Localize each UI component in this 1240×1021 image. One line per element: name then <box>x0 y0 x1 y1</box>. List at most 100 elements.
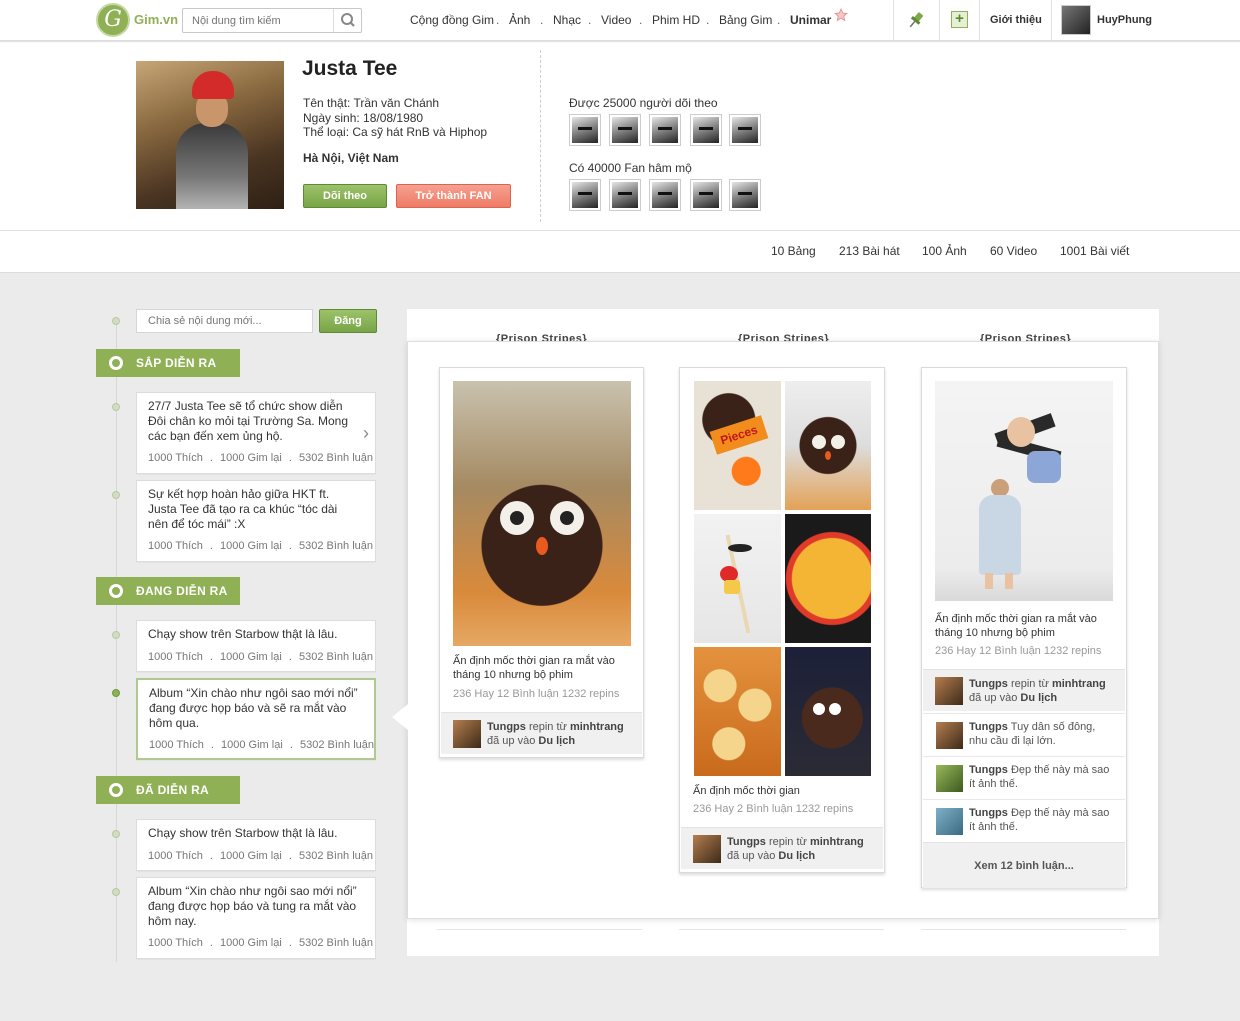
regim-link[interactable]: 1000 Gim lại <box>221 739 283 751</box>
like-link[interactable]: 1000 Thích <box>149 739 204 751</box>
timeline-post[interactable]: 27/7 Justa Tee sẽ tổ chức show diễn Đôi … <box>136 392 376 474</box>
follower-avatar[interactable] <box>729 114 761 146</box>
chevron-right-icon[interactable]: › <box>363 423 369 444</box>
fan-avatar[interactable] <box>609 179 641 211</box>
repin-user-link[interactable]: Tungps <box>727 836 766 848</box>
fan-avatar[interactable] <box>649 179 681 211</box>
repin-user-avatar[interactable] <box>453 720 481 748</box>
timeline-post[interactable]: Album “Xin chào như ngôi sao mới nổi” đa… <box>136 877 376 959</box>
follow-button[interactable]: Dõi theo <box>303 184 387 208</box>
follower-avatar[interactable] <box>609 114 641 146</box>
commenter-avatar[interactable] <box>936 765 963 792</box>
post-text: 27/7 Justa Tee sẽ tổ chức show diễn Đôi … <box>148 399 348 443</box>
like-link[interactable]: 1000 Thích <box>148 937 203 949</box>
repin-board-link[interactable]: Du lịch <box>778 850 815 862</box>
profile-photo <box>136 61 284 209</box>
stat-videos[interactable]: 60 Video <box>990 244 1037 258</box>
fan-avatar[interactable] <box>569 179 601 211</box>
pin-image-owl-cupcake-small[interactable] <box>785 381 871 510</box>
pin-title[interactable]: Ấn định mốc thời gian ra mắt vào tháng 1… <box>935 612 1115 640</box>
nav-boards[interactable]: Bảng Gim <box>719 13 772 27</box>
comment-link[interactable]: 5302 Bình luận <box>299 452 373 464</box>
commenter-link[interactable]: Tungps <box>969 807 1008 819</box>
follower-avatar[interactable] <box>649 114 681 146</box>
search-input[interactable] <box>183 9 328 32</box>
comment-link[interactable]: 5302 Bình luận <box>299 937 373 949</box>
repin-user-link[interactable]: Tungps <box>969 678 1008 690</box>
follower-avatar[interactable] <box>569 114 601 146</box>
pin-title[interactable]: Ấn định mốc thời gian ra mắt vào tháng 1… <box>453 654 633 682</box>
repin-source-link[interactable]: minhtrang <box>1052 678 1106 690</box>
logo-text[interactable]: Gim.vn <box>134 12 178 27</box>
pin-image-owl-dessert[interactable] <box>785 647 871 776</box>
like-link[interactable]: 1000 Thích <box>148 540 203 552</box>
section-past: ĐÃ DIỄN RA <box>96 776 240 804</box>
repin-user-link[interactable]: Tungps <box>487 721 526 733</box>
nav-movies[interactable]: Phim HD <box>652 13 700 27</box>
nav-community[interactable]: Cộng đồng Gim <box>410 13 494 27</box>
repin-board-link[interactable]: Du lịch <box>1020 692 1057 704</box>
regim-link[interactable]: 1000 Gim lại <box>220 850 282 862</box>
divider <box>939 0 940 41</box>
pin-image-kids-taped-wall[interactable] <box>935 381 1113 601</box>
about-link[interactable]: Giới thiệu <box>990 14 1042 26</box>
comment-text: Tungps Đẹp thế này mà sao ít ảnh thế. <box>969 806 1115 834</box>
nav-music[interactable]: Nhạc <box>553 13 581 27</box>
stat-posts[interactable]: 1001 Bài viết <box>1060 244 1129 258</box>
fan-avatar[interactable] <box>729 179 761 211</box>
meta-separator: . <box>288 540 292 552</box>
fan-avatar[interactable] <box>690 179 722 211</box>
stat-photos[interactable]: 100 Ảnh <box>922 244 967 258</box>
regim-link[interactable]: 1000 Gim lại <box>220 452 282 464</box>
repin-board-link[interactable]: Du lịch <box>538 735 575 747</box>
regim-link[interactable]: 1000 Gim lại <box>220 651 282 663</box>
become-fan-button[interactable]: Trở thành FAN <box>396 184 511 208</box>
nav-video[interactable]: Video <box>601 13 631 27</box>
like-link[interactable]: 1000 Thích <box>148 850 203 862</box>
timeline-post[interactable]: Chạy show trên Starbow thật là lâu. 1000… <box>136 620 376 672</box>
follower-avatar[interactable] <box>690 114 722 146</box>
divider <box>893 0 894 41</box>
comment-link[interactable]: 5302 Bình luận <box>299 540 373 552</box>
pin-title[interactable]: Ấn định mốc thời gian <box>693 784 873 798</box>
regim-link[interactable]: 1000 Gim lại <box>220 937 282 949</box>
comment-link[interactable]: 5302 Bình luận <box>299 850 373 862</box>
repin-text: Tungps repin từ minhtrang đã up vào Du lị… <box>727 835 877 863</box>
nav-unimar[interactable]: Unimar <box>790 13 831 27</box>
comment-link[interactable]: 5302 Bình luận <box>300 739 374 751</box>
timeline-post-selected[interactable]: Album “Xin chào như ngôi sao mới nổi” đa… <box>136 678 376 760</box>
commenter-link[interactable]: Tungps <box>969 721 1008 733</box>
commenter-avatar[interactable] <box>936 722 963 749</box>
plus-icon[interactable]: + <box>951 11 968 28</box>
comment-link[interactable]: 5302 Bình luận <box>299 651 373 663</box>
stat-songs[interactable]: 213 Bài hát <box>839 244 900 258</box>
pin-image-crackers[interactable] <box>694 647 781 776</box>
pin-icon[interactable] <box>906 10 926 30</box>
like-link[interactable]: 1000 Thích <box>148 452 203 464</box>
pin-image-owl-cupcake[interactable] <box>453 381 631 646</box>
pin-image-cookies[interactable]: Pieces <box>694 381 781 510</box>
meta-separator: . <box>288 651 292 663</box>
view-more-comments-button[interactable]: Xem 12 bình luận... <box>923 842 1125 888</box>
like-link[interactable]: 1000 Thích <box>148 651 203 663</box>
nav-photos[interactable]: Ảnh <box>509 13 530 27</box>
regim-link[interactable]: 1000 Gim lại <box>220 540 282 552</box>
commenter-link[interactable]: Tungps <box>969 764 1008 776</box>
repin-source-link[interactable]: minhtrang <box>810 836 864 848</box>
pin-image-fruit-plate[interactable] <box>785 514 871 643</box>
search-icon[interactable] <box>333 9 361 32</box>
timeline-post[interactable]: Sự kết hợp hoàn hảo giữa HKT ft. Justa T… <box>136 480 376 562</box>
stat-boards[interactable]: 10 Bảng <box>771 244 816 258</box>
repin-user-avatar[interactable] <box>693 835 721 863</box>
gim-logo-icon[interactable]: G <box>96 3 130 37</box>
repin-user-avatar[interactable] <box>935 677 963 705</box>
section-label: ĐÃ DIỄN RA <box>136 783 210 797</box>
share-input[interactable] <box>136 309 313 333</box>
pin-image-fruit-skewer[interactable] <box>694 514 781 643</box>
post-button[interactable]: Đăng <box>319 309 377 333</box>
username-link[interactable]: HuyPhung <box>1097 14 1152 26</box>
timeline-post[interactable]: Chạy show trên Starbow thật là lâu. 1000… <box>136 819 376 871</box>
repin-source-link[interactable]: minhtrang <box>570 721 624 733</box>
user-avatar[interactable] <box>1061 5 1091 35</box>
commenter-avatar[interactable] <box>936 808 963 835</box>
